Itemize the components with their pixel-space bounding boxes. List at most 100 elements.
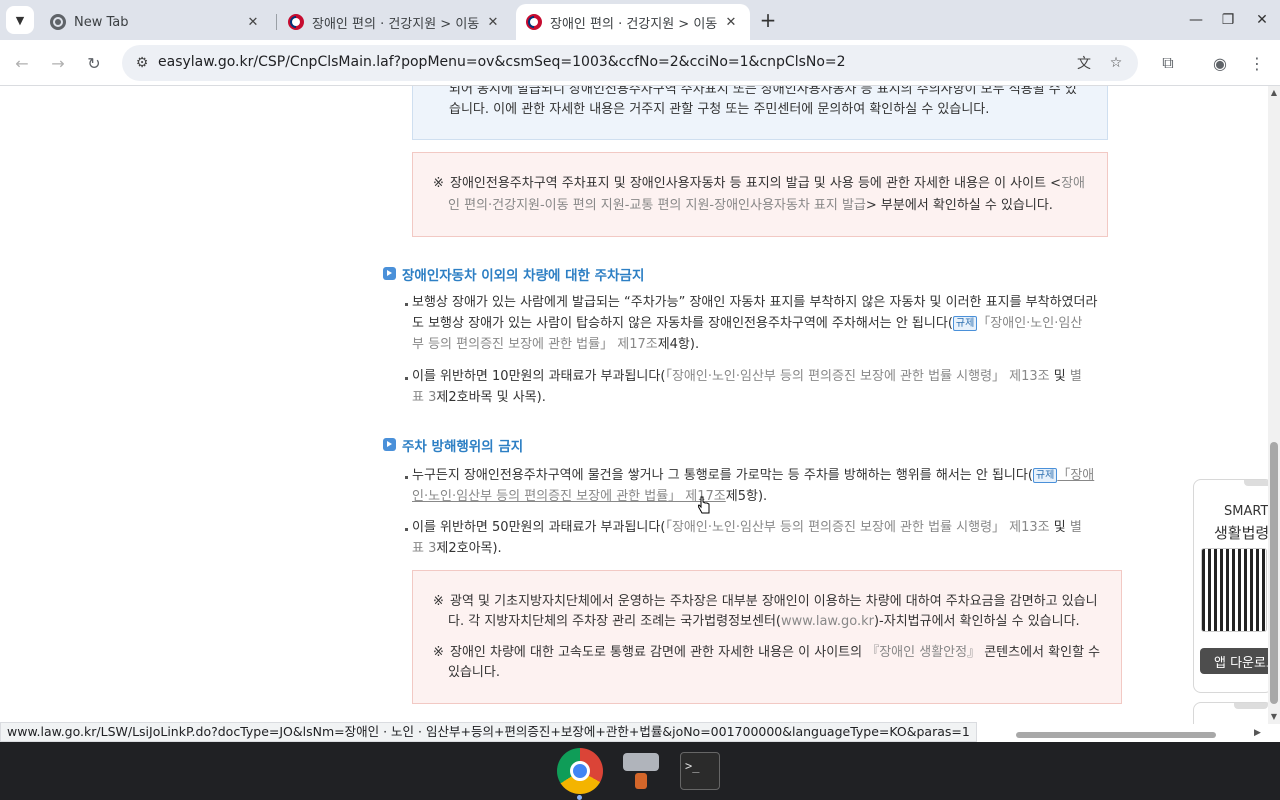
terminal-icon: >_ [680, 752, 720, 790]
note-line: 있습니다. [448, 665, 500, 680]
new-tab-button[interactable]: + [756, 8, 780, 32]
law-link[interactable]: 표 3 [412, 390, 436, 405]
smart-app-widget[interactable]: SMART 생활법령 앱 다운로드 [1193, 479, 1273, 693]
vertical-scrollbar[interactable]: ▲ ▼ [1268, 86, 1280, 724]
widget-title: SMART [1224, 504, 1269, 519]
puzzle-icon: ⧉ [1162, 53, 1174, 72]
bullet-icon [405, 377, 408, 380]
law-link-hovered[interactable]: 인·노인·임산부 등의 편의증진 보장에 관한 법률」 제17조 [412, 489, 726, 504]
hand-cursor-icon [698, 496, 710, 514]
back-button[interactable]: ← [8, 49, 36, 77]
minimize-icon: — [1189, 12, 1203, 28]
info-box-line: 되어 동시에 발급되니 장애인전용주차구역 주차표지 또는 장애인사용자동차 등… [449, 86, 1077, 97]
site-info-icon[interactable]: ⚙ [132, 53, 152, 73]
close-icon[interactable]: ✕ [722, 13, 740, 31]
scrollbar-thumb[interactable] [1016, 732, 1216, 738]
close-window-button[interactable]: ✕ [1250, 8, 1274, 32]
horizontal-scrollbar[interactable]: ▶ [1012, 728, 1272, 740]
tab-title: 장애인 편의 · 건강지원 > 이동 [312, 16, 480, 32]
tab-strip: ▼ New Tab ✕ 장애인 편의 · 건강지원 > 이동 ✕ 장애인 편의 … [0, 0, 1280, 40]
note-line: 장애인 차량에 대한 고속도로 통행료 감면에 관한 자세한 내용은 이 사이트… [450, 645, 1101, 660]
law-link[interactable]: 표 3 [412, 541, 436, 556]
page-viewport: 되어 동시에 발급되니 장애인전용주차구역 주차표지 또는 장애인사용자동차 등… [0, 86, 1280, 724]
note-line: 다. 각 지방자치단체의 주차장 관리 조례는 국가법령정보센터(www.law… [448, 614, 1080, 629]
note-mark: ※ [433, 176, 444, 191]
law-link[interactable]: 「장애인·노인·임산부 등의 편의증진 보장에 관한 법률 시행령」 제13조 [665, 369, 1049, 384]
close-icon[interactable]: ✕ [484, 13, 502, 31]
paragraph-line: 표 3제2호아목). [412, 541, 502, 556]
law-link[interactable]: 부 등의 편의증진 보장에 관한 법률」 제17조 [412, 337, 658, 352]
profile-icon: ◉ [1213, 53, 1227, 73]
tab-search-button[interactable]: ▼ [6, 6, 34, 34]
law-link[interactable]: 「장애인·노인·임산 [977, 316, 1082, 331]
taskbar-chrome[interactable] [557, 748, 603, 794]
extensions-button[interactable]: ⧉ [1154, 49, 1182, 77]
content-link[interactable]: 『장애인 생활안정』 [866, 645, 980, 660]
chrome-icon [557, 748, 603, 794]
arrow-left-icon: ← [15, 53, 29, 73]
scroll-down-icon[interactable]: ▼ [1268, 712, 1280, 721]
tab-title: 장애인 편의 · 건강지원 > 이동 [550, 16, 718, 32]
paragraph-line: 인·노인·임산부 등의 편의증진 보장에 관한 법률」 제17조제5항). [412, 489, 768, 504]
bullet-icon [405, 528, 408, 531]
qr-code-icon [1201, 548, 1267, 632]
taskbar-game[interactable] [618, 748, 664, 794]
note-line: 광역 및 기초지방자치단체에서 운영하는 주차장은 대부분 장애인이 이용하는 … [450, 594, 1098, 609]
widget-card[interactable] [1193, 702, 1273, 724]
active-indicator [577, 795, 582, 800]
law-link[interactable]: 「장애인·노인·임산부 등의 편의증진 보장에 관한 법률 시행령」 제13조 [665, 520, 1049, 535]
paragraph-line: 표 3제2호바목 및 사목). [412, 390, 546, 405]
regulation-tag[interactable]: 규제 [1032, 468, 1058, 483]
note-link[interactable]: 장애 [1061, 176, 1085, 191]
paragraph-line: 보행상 장애가 있는 사람에게 발급되는 “주차가능” 장애인 자동차 표지를 … [412, 295, 1098, 310]
paragraph-line: 이를 위반하면 10만원의 과태료가 부과됩니다(「장애인·노인·임산부 등의 … [412, 369, 1082, 384]
section-heading: 장애인자동차 이외의 차량에 대한 주차금지 [402, 268, 645, 284]
law-link[interactable]: 별 [1070, 369, 1082, 384]
scroll-right-icon[interactable]: ▶ [1254, 728, 1261, 738]
forward-button[interactable]: → [44, 49, 72, 77]
note-box [412, 570, 1122, 704]
bookmark-star-icon[interactable]: ☆ [1106, 53, 1126, 73]
note-mark: ※ [433, 645, 444, 660]
section-heading: 주차 방해행위의 금지 [402, 439, 524, 455]
widget-subtitle: 생활법령 [1214, 524, 1270, 542]
paragraph-line: 이를 위반하면 50만원의 과태료가 부과됩니다(「장애인·노인·임산부 등의 … [412, 520, 1082, 535]
note-mark: ※ [433, 594, 444, 609]
tab-new-tab[interactable]: New Tab ✕ [40, 4, 272, 40]
reload-icon: ↻ [87, 53, 101, 73]
restore-button[interactable]: ❐ [1216, 8, 1240, 32]
close-icon[interactable]: ✕ [244, 13, 262, 31]
address-bar[interactable]: ⚙ easylaw.go.kr/CSP/CnpClsMain.laf?popMe… [122, 45, 1138, 81]
law-link[interactable]: 「장애 [1057, 468, 1094, 483]
url-text[interactable]: easylaw.go.kr/CSP/CnpClsMain.laf?popMenu… [158, 54, 846, 70]
browser-toolbar: ← → ↻ ⚙ easylaw.go.kr/CSP/CnpClsMain.laf… [0, 40, 1280, 86]
translate-icon[interactable]: 文 [1074, 53, 1094, 73]
note-link[interactable]: 인 편의·건강지원-이동 편의 지원-교통 편의 지원-장애인사용자동차 표지 … [448, 198, 866, 213]
minimize-button[interactable]: — [1184, 8, 1208, 32]
korea-gov-icon [526, 14, 542, 30]
scrollbar-thumb[interactable] [1270, 442, 1278, 704]
tab-disability-2-active[interactable]: 장애인 편의 · 건강지원 > 이동 ✕ [516, 4, 750, 40]
paragraph-line: 누구든지 장애인전용주차구역에 물건을 쌓거나 그 통행로를 가로막는 등 주차… [412, 468, 1095, 483]
taskbar-terminal[interactable]: >_ [677, 748, 723, 794]
note-line: 인 편의·건강지원-이동 편의 지원-교통 편의 지원-장애인사용자동차 표지 … [448, 198, 1053, 213]
app-download-button[interactable]: 앱 다운로드 [1200, 648, 1272, 674]
reload-button[interactable]: ↻ [80, 49, 108, 77]
scroll-up-icon[interactable]: ▲ [1268, 88, 1280, 97]
game-icon [621, 751, 661, 791]
paragraph-line: 부 등의 편의증진 보장에 관한 법률」 제17조제4항). [412, 337, 700, 352]
widget-handle [1234, 703, 1268, 709]
profile-button[interactable]: ◉ [1206, 49, 1234, 77]
korea-gov-icon [288, 14, 304, 30]
note-box [412, 152, 1108, 237]
more-vert-icon: ⋮ [1249, 53, 1265, 73]
law-link[interactable]: 별 [1070, 520, 1082, 535]
paragraph-line: 도 보행상 장애가 있는 사람이 탑승하지 않은 자동차를 장애인전용주차구역에… [412, 316, 1083, 331]
status-bar: www.law.go.kr/LSW/LsiJoLinkP.do?docType=… [0, 722, 977, 742]
menu-button[interactable]: ⋮ [1243, 49, 1271, 77]
law-site-link[interactable]: www.law.go.kr [781, 614, 874, 629]
plus-icon: + [759, 8, 777, 32]
regulation-tag[interactable]: 규제 [952, 316, 978, 331]
tab-separator [276, 14, 277, 30]
tab-disability-1[interactable]: 장애인 편의 · 건강지원 > 이동 ✕ [278, 4, 512, 40]
